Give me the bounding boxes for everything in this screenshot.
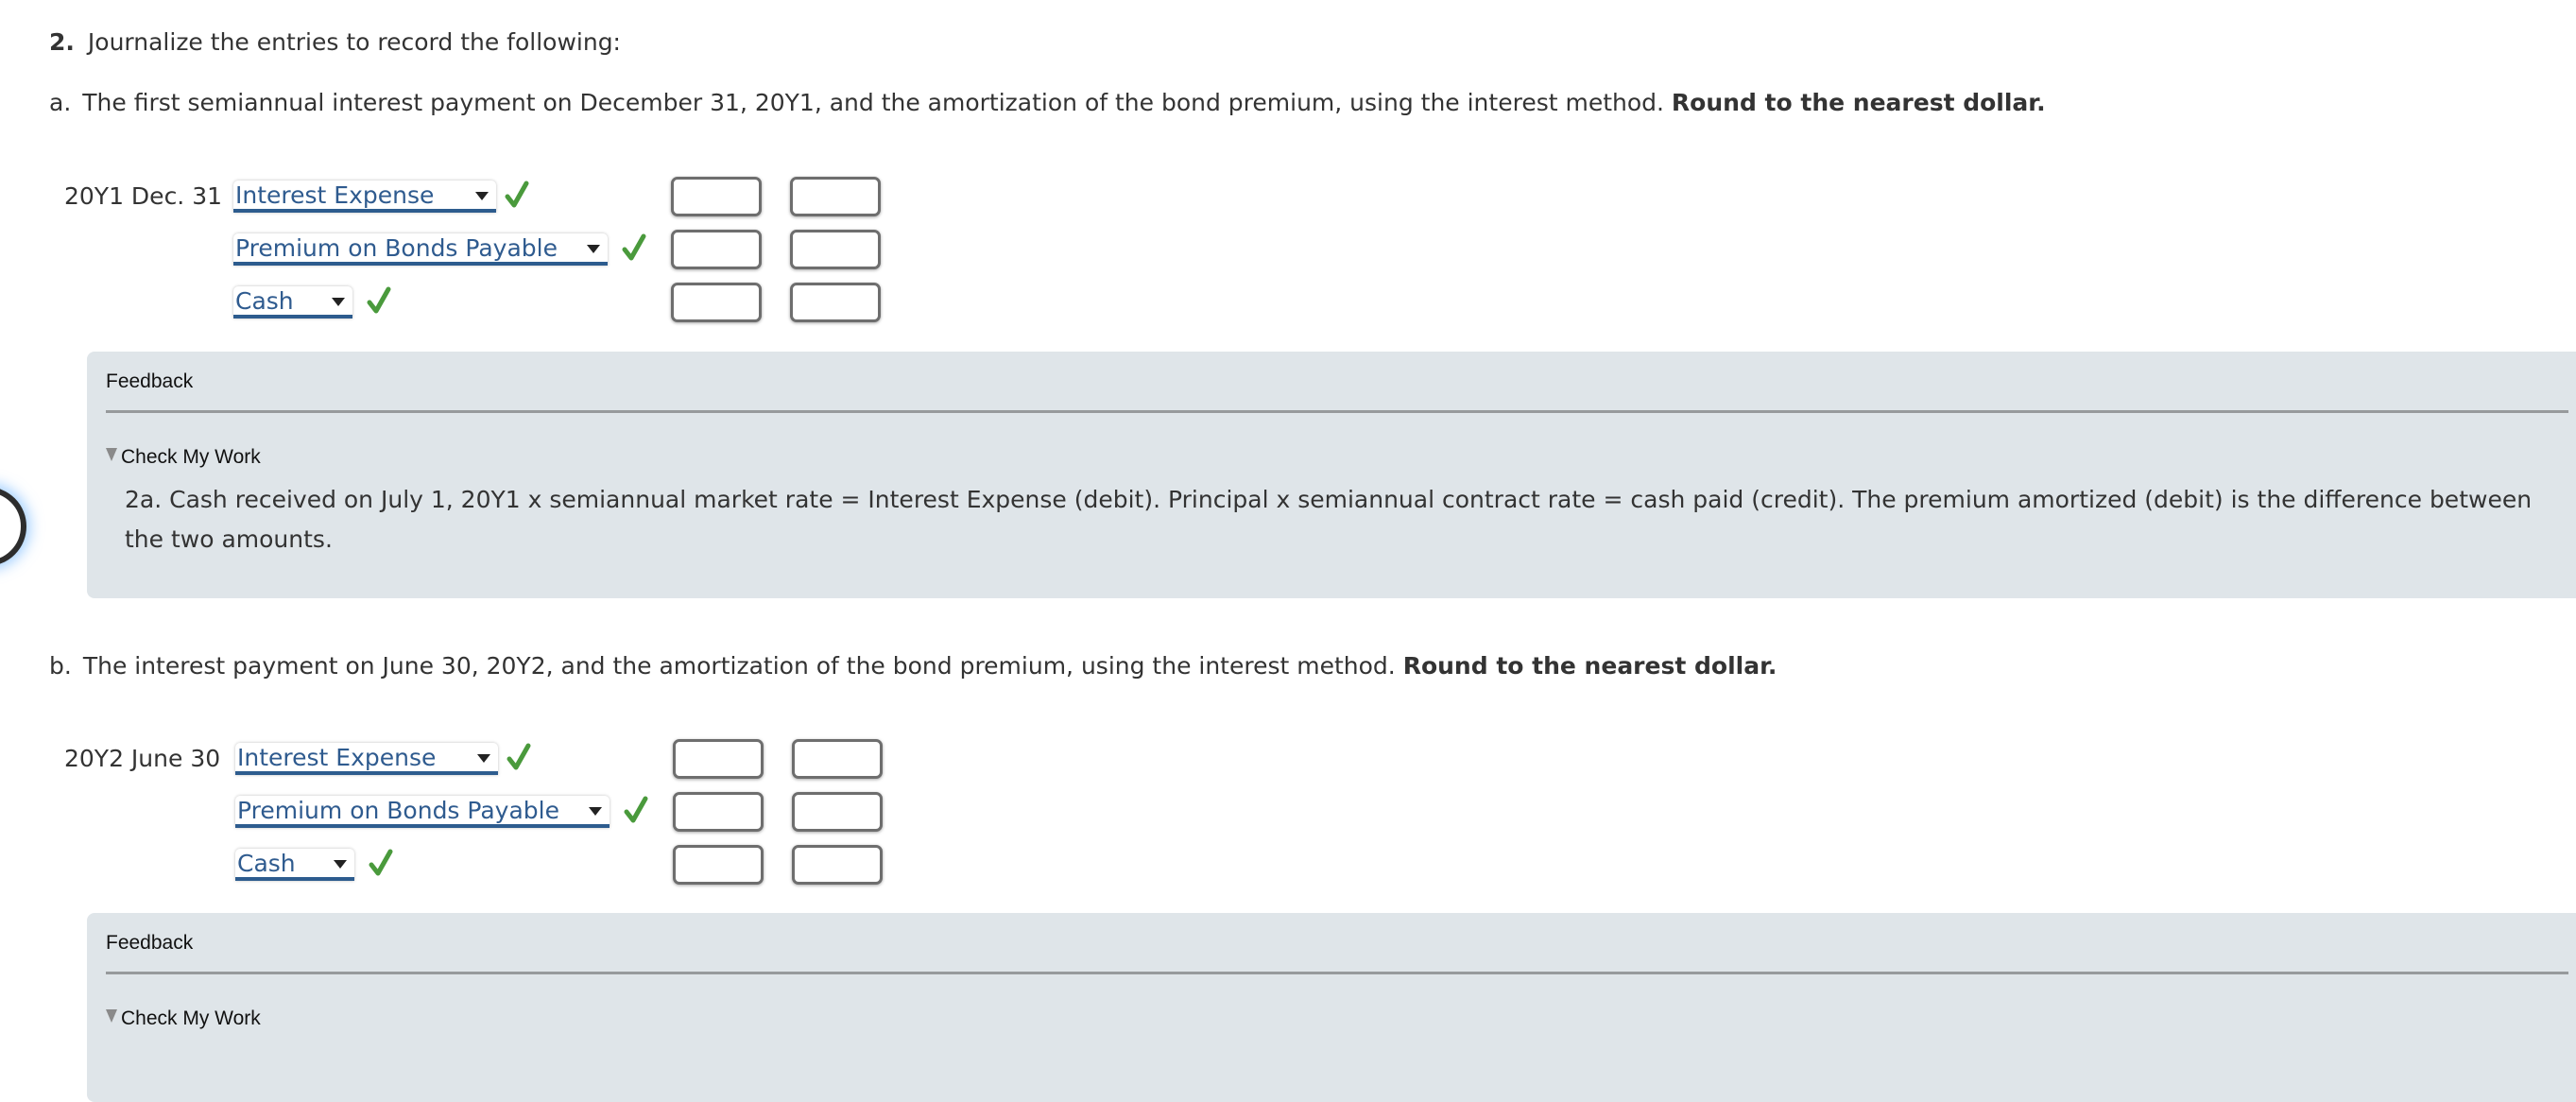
part-prompt-text: The first semiannual interest payment on… [82,89,1664,116]
feedback-text: 2a. Cash received on July 1, 20Y1 x semi… [125,486,2533,553]
part-prompt-emphasis: Round to the nearest dollar. [1402,652,1777,680]
feedback-divider [106,410,2568,413]
account-select-value: Cash [237,850,296,877]
account-select[interactable]: Cash [235,849,354,881]
caret-down-icon [477,754,490,763]
question-instruction: Journalize the entries to record the fol… [87,28,621,56]
feedback-divider [106,972,2568,974]
part-b-prompt: b. The interest payment on June 30, 20Y2,… [49,650,1777,682]
feedback-panel: Feedback Check My Work [87,913,2576,1102]
caret-down-icon [334,860,347,869]
credit-input[interactable] [790,177,881,216]
question-number: 2. [49,28,75,56]
part-letter: b. [49,652,72,680]
check-icon [367,286,391,314]
caret-down-icon [332,298,345,306]
account-select[interactable]: Premium on Bonds Payable [233,233,608,266]
debit-input[interactable] [673,739,764,779]
check-my-work-label: Check My Work [121,1007,261,1029]
credit-input[interactable] [792,792,883,832]
credit-input[interactable] [790,283,881,322]
check-my-work-toggle[interactable]: Check My Work [106,1007,261,1030]
account-select[interactable]: Premium on Bonds Payable [235,796,610,828]
credit-input[interactable] [792,739,883,779]
credit-input[interactable] [792,845,883,885]
entry-date: 20Y2 June 30 [64,745,221,772]
account-select[interactable]: Cash [233,286,352,319]
feedback-title: Feedback [106,370,194,392]
account-select-value: Interest Expense [237,744,437,771]
check-icon [622,233,646,261]
debit-input[interactable] [671,177,762,216]
account-select-value: Premium on Bonds Payable [235,234,558,262]
account-select[interactable]: Interest Expense [233,181,496,213]
debit-input[interactable] [673,845,764,885]
part-prompt-emphasis: Round to the nearest dollar. [1671,89,2046,116]
debit-input[interactable] [671,230,762,269]
debit-input[interactable] [671,283,762,322]
part-letter: a. [49,89,72,116]
triangle-down-icon [106,448,117,461]
floating-action-button[interactable] [0,487,26,566]
account-select-value: Interest Expense [235,181,435,209]
feedback-title: Feedback [106,932,194,954]
question-heading: 2. Journalize the entries to record the f… [49,26,621,59]
check-my-work-toggle[interactable]: Check My Work [106,446,261,469]
account-select-value: Premium on Bonds Payable [237,797,559,824]
account-select[interactable]: Interest Expense [235,743,498,775]
credit-input[interactable] [790,230,881,269]
part-prompt-text: The interest payment on June 30, 20Y2, a… [82,652,1396,680]
part-a-prompt: a. The first semiannual interest payment … [49,87,2046,119]
caret-down-icon [587,245,600,253]
check-my-work-label: Check My Work [121,446,261,468]
debit-input[interactable] [673,792,764,832]
check-icon [369,849,393,876]
check-icon [505,181,529,208]
check-icon [507,743,531,770]
triangle-down-icon [106,1009,117,1023]
check-icon [624,796,648,823]
feedback-panel: Feedback Check My Work 2a. Cash received… [87,352,2576,598]
account-select-value: Cash [235,287,294,315]
caret-down-icon [475,192,489,200]
caret-down-icon [589,807,602,816]
entry-date: 20Y1 Dec. 31 [64,182,223,210]
